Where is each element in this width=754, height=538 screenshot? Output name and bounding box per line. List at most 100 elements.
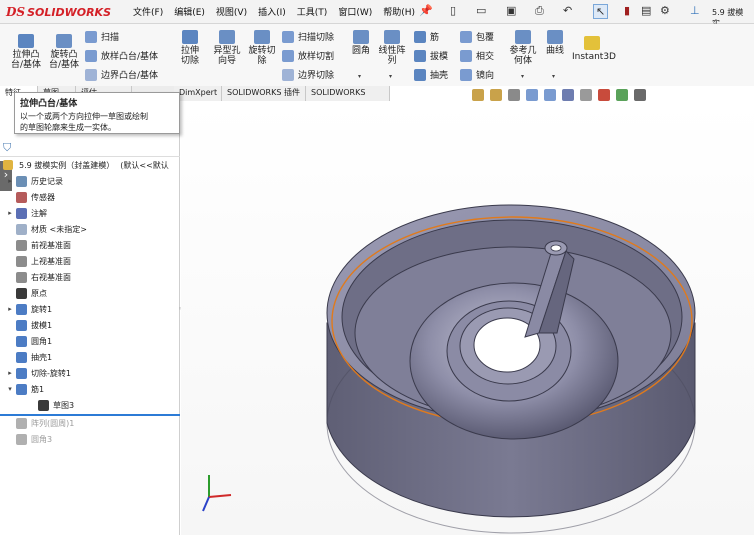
open-file-icon[interactable]: ▭ — [476, 4, 486, 17]
tree-item[interactable]: ▸ 历史记录 — [4, 173, 63, 189]
zoom-to-fit-icon[interactable] — [472, 89, 484, 101]
extrude-boss-button[interactable]: 拉伸凸台/基体 — [6, 34, 46, 70]
tree-item[interactable]: 材质 <未指定> — [4, 221, 87, 237]
tree-item[interactable]: 圆角3 — [4, 431, 52, 447]
rib-label: 筋 — [430, 33, 440, 43]
pin-icon[interactable]: 📌 — [419, 4, 433, 17]
zoom-to-area-icon[interactable] — [490, 89, 502, 101]
intersect-button[interactable]: 相交 — [460, 49, 494, 62]
instant3d-icon — [584, 36, 600, 50]
section-view-icon[interactable] — [526, 89, 538, 101]
undo-icon[interactable]: ↶ — [563, 4, 572, 17]
expand-toggle-icon[interactable]: ▸ — [4, 305, 16, 313]
reference-geometry-caret[interactable]: ▾ — [521, 73, 524, 80]
tab-dimxpert[interactable]: DimXpert — [174, 86, 222, 101]
curves-button[interactable]: 曲线 — [542, 30, 568, 56]
revolve-boss-icon — [56, 34, 72, 48]
tab-solidworks-addins[interactable]: SOLIDWORKS 插件 — [222, 86, 306, 101]
tree-item[interactable]: 抽壳1 — [4, 349, 52, 365]
revolve-cut-button[interactable]: 旋转切除 — [246, 30, 278, 66]
menu-window[interactable]: 窗口(W) — [338, 5, 372, 18]
draft-button[interactable]: 拔模 — [414, 49, 448, 62]
previous-view-icon[interactable] — [508, 89, 520, 101]
select-pointer-icon[interactable]: ↖ — [593, 4, 609, 19]
tree-item[interactable]: 前视基准面 — [4, 237, 71, 253]
cut-revolve-icon — [16, 367, 27, 379]
shell-button[interactable]: 抽壳 — [414, 68, 448, 81]
edit-appearance-icon[interactable] — [598, 89, 610, 101]
sweep-icon — [85, 30, 97, 43]
rollback-bar[interactable] — [0, 414, 180, 416]
plane-icon — [16, 271, 27, 283]
curves-label: 曲线 — [545, 46, 564, 56]
new-document-icon[interactable]: ▯ — [450, 4, 456, 17]
tree-item[interactable]: ▸ 注解 — [4, 205, 47, 221]
tree-item[interactable]: 拔模1 — [4, 317, 52, 333]
wrap-button[interactable]: 包覆 — [460, 30, 494, 43]
fillet-dropdown-caret[interactable]: ▾ — [358, 73, 361, 80]
filter-icon[interactable]: ⛉ — [3, 141, 11, 155]
expand-toggle-icon[interactable]: ▾ — [4, 385, 16, 393]
tree-item-label: 前视基准面 — [31, 240, 71, 250]
tree-item-label: 抽壳1 — [31, 352, 53, 362]
tree-item[interactable]: 圆角1 — [4, 333, 52, 349]
menu-tools[interactable]: 工具(T) — [297, 5, 328, 18]
extrude-cut-button[interactable]: 拉伸切除 — [174, 30, 206, 66]
tab-solidworks-mbd[interactable]: SOLIDWORKS MBD — [306, 86, 390, 111]
mirror-button[interactable]: 镜向 — [460, 68, 494, 81]
expand-toggle-icon[interactable]: ▸ — [4, 369, 16, 377]
menu-help[interactable]: 帮助(H) — [383, 5, 415, 18]
apply-scene-icon[interactable] — [616, 89, 628, 101]
options-gear-icon[interactable]: ⚙ — [660, 4, 670, 17]
hole-wizard-button[interactable]: 异型孔向导 — [210, 30, 244, 66]
revolve-boss-button[interactable]: 旋转凸台/基体 — [46, 34, 82, 70]
reference-geometry-button[interactable]: 参考几何体 — [507, 30, 539, 66]
fillet-feature-icon — [16, 433, 27, 445]
tree-item[interactable]: ▾ 筋1 — [4, 381, 44, 397]
save-icon[interactable]: ▣ — [506, 4, 516, 17]
tree-item[interactable]: 上视基准面 — [4, 253, 71, 269]
tree-item[interactable]: ▸ 切除-旋转1 — [4, 365, 71, 381]
tree-item[interactable]: ▸ 旋转1 — [4, 301, 52, 317]
tree-item[interactable]: 右视基准面 — [4, 269, 71, 285]
tree-item[interactable]: 原点 — [4, 285, 47, 301]
tree-item[interactable]: 传感器 — [4, 189, 55, 205]
loft-boss-button[interactable]: 放样凸台/基体 — [85, 49, 158, 62]
menu-edit[interactable]: 编辑(E) — [174, 5, 205, 18]
menu-insert[interactable]: 插入(I) — [258, 5, 286, 18]
boundary-boss-button[interactable]: 边界凸台/基体 — [85, 68, 158, 81]
pushpin-icon[interactable]: ⊥ — [690, 4, 700, 17]
annotation-icon — [16, 207, 27, 219]
expand-toggle-icon[interactable]: ▸ — [4, 209, 16, 217]
expand-toggle-icon[interactable]: ▸ — [4, 177, 16, 185]
pattern-dropdown-caret[interactable]: ▾ — [389, 73, 392, 80]
display-style-icon[interactable] — [562, 89, 574, 101]
menu-view[interactable]: 视图(V) — [216, 5, 247, 18]
swept-cut-button[interactable]: 扫描切除 — [282, 30, 334, 43]
hide-show-items-icon[interactable] — [580, 89, 592, 101]
linear-pattern-icon — [384, 30, 400, 44]
part-name-row[interactable]: 5.9 拔模实例（封盖建模） (默认<<默认 — [3, 160, 169, 171]
fillet-button[interactable]: 圆角 — [347, 30, 375, 56]
print-icon[interactable]: ⎙ — [535, 4, 544, 18]
lofted-cut-button[interactable]: 放样切割 — [282, 49, 334, 62]
fillet-icon — [353, 30, 369, 44]
solidworks-logo[interactable]: DS SOLIDWORKS — [6, 4, 111, 20]
graphics-area[interactable] — [181, 101, 754, 535]
sensor-icon — [16, 191, 27, 203]
view-orientation-icon[interactable] — [544, 89, 556, 101]
fillet-label: 圆角 — [351, 46, 370, 56]
tree-item[interactable]: 阵列(圆周)1 — [4, 415, 74, 431]
instant3d-button[interactable]: Instant3D — [572, 36, 616, 62]
rib-button[interactable]: 筋 — [414, 30, 439, 43]
boundary-cut-button[interactable]: 边界切除 — [282, 68, 334, 81]
sweep-button[interactable]: 扫描 — [85, 30, 119, 43]
draft-label: 拔模 — [430, 52, 449, 62]
menu-file[interactable]: 文件(F) — [133, 5, 163, 18]
file-properties-icon[interactable]: ▤ — [641, 4, 651, 17]
tree-item[interactable]: 草图3 — [26, 397, 74, 413]
traffic-light-icon[interactable]: ▮ — [624, 4, 630, 17]
linear-pattern-button[interactable]: 线性阵列 — [376, 30, 408, 66]
curves-caret[interactable]: ▾ — [552, 73, 555, 80]
view-settings-icon[interactable] — [634, 89, 646, 101]
